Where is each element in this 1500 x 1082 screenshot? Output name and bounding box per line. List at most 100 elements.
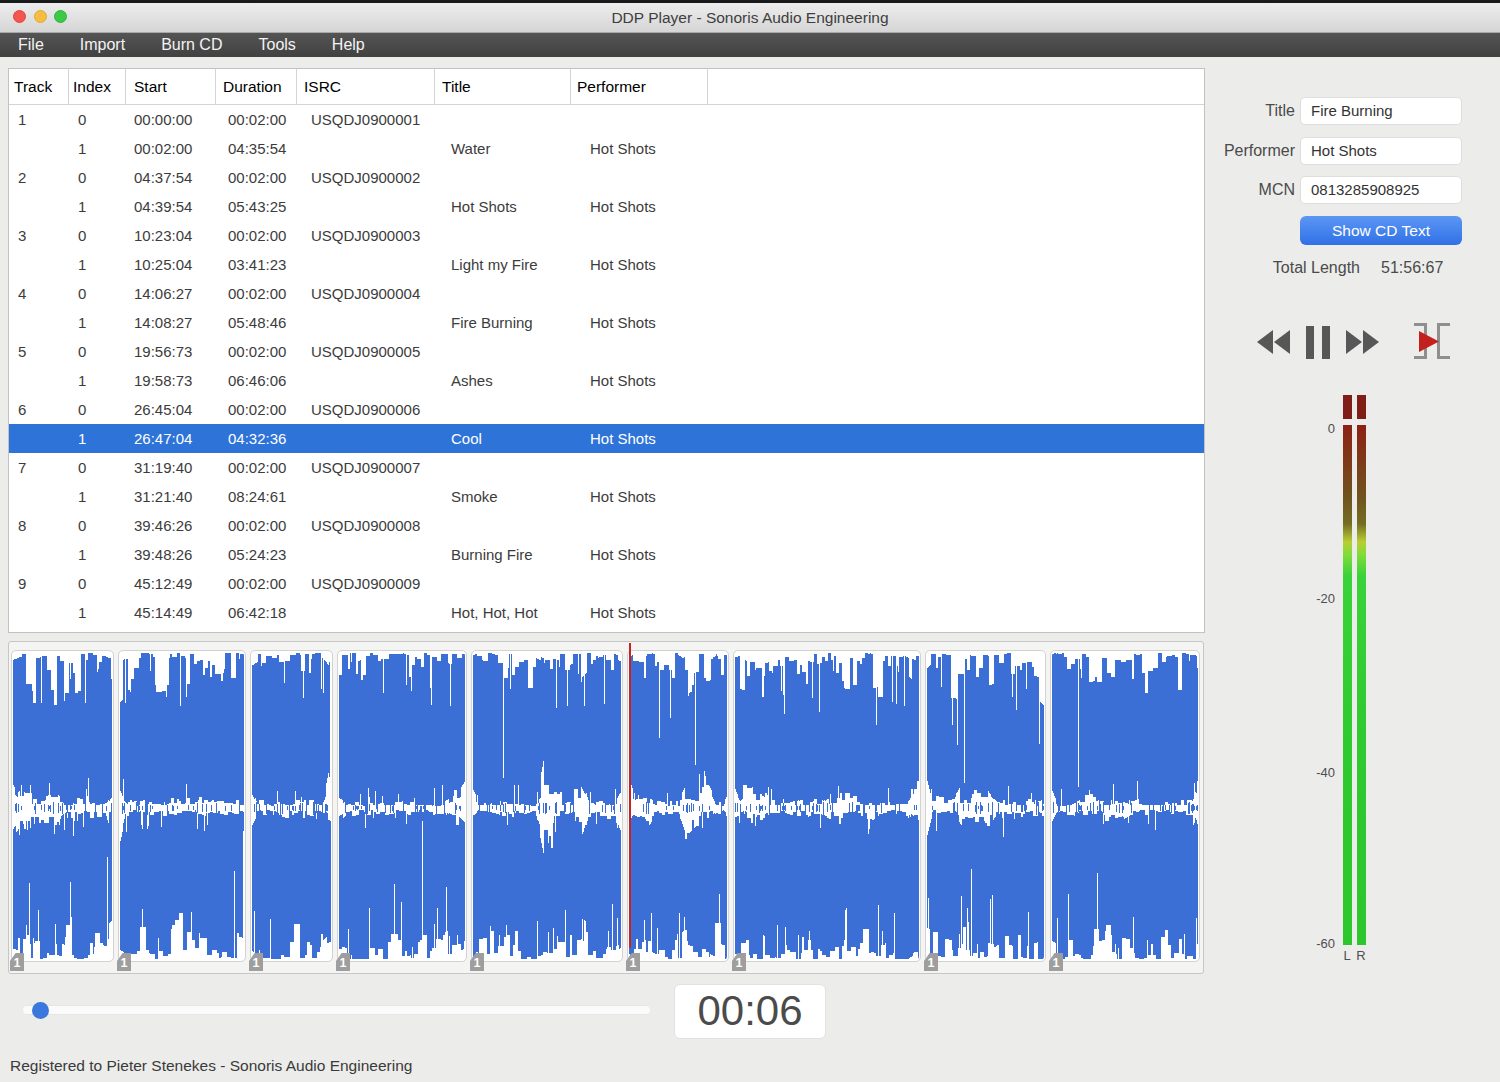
cell-performer: Hot Shots — [571, 134, 708, 163]
cell-start: 10:23:04 — [126, 221, 216, 250]
column-header-title[interactable]: Title — [435, 69, 571, 104]
cell-start: 00:00:00 — [126, 105, 216, 134]
column-header-isrc[interactable]: ISRC — [297, 69, 435, 104]
menu-item-help[interactable]: Help — [314, 33, 383, 57]
waveform-track-2[interactable]: 1 — [118, 650, 246, 962]
waveform-track-3[interactable]: 1 — [250, 650, 333, 962]
table-row-selected[interactable]: 126:47:0404:32:36CoolHot Shots — [9, 424, 1204, 453]
play-marker-button[interactable] — [1414, 323, 1450, 359]
cell-start: 31:21:40 — [126, 482, 216, 511]
waveform-track-6[interactable]: 1 — [627, 650, 729, 962]
table-row[interactable]: 7031:19:4000:02:00USQDJ0900007 — [9, 453, 1204, 482]
seek-slider-track[interactable] — [22, 1005, 651, 1015]
cell-duration: 00:02:00 — [216, 395, 297, 424]
cell-filler — [708, 250, 1204, 279]
cell-performer — [571, 337, 708, 366]
waveform-track-9[interactable]: 1 — [1050, 650, 1200, 962]
cell-isrc: USQDJ0900009 — [297, 569, 435, 598]
table-row[interactable]: 2004:37:5400:02:00USQDJ0900002 — [9, 163, 1204, 192]
cell-index: 1 — [69, 308, 126, 337]
show-cd-text-button[interactable]: Show CD Text — [1300, 216, 1462, 245]
cell-index: 1 — [69, 540, 126, 569]
cell-title — [435, 221, 571, 250]
meter-scale-20: -20 — [1280, 591, 1335, 606]
column-header-duration[interactable]: Duration — [216, 69, 297, 104]
cell-track — [9, 192, 69, 221]
table-row[interactable]: 131:21:4008:24:61SmokeHot Shots — [9, 482, 1204, 511]
fast-forward-button[interactable] — [1346, 330, 1380, 354]
table-row[interactable]: 100:02:0004:35:54WaterHot Shots — [9, 134, 1204, 163]
cell-isrc: USQDJ0900008 — [297, 511, 435, 540]
table-row[interactable]: 9045:12:4900:02:00USQDJ0900009 — [9, 569, 1204, 598]
table-row[interactable]: 8039:46:2600:02:00USQDJ0900008 — [9, 511, 1204, 540]
column-header-index[interactable]: Index — [69, 69, 126, 104]
waveform-track-1[interactable]: 1 — [11, 650, 114, 962]
cell-filler — [708, 163, 1204, 192]
menu-item-file[interactable]: File — [0, 33, 62, 57]
cell-track — [9, 366, 69, 395]
pause-button[interactable] — [1306, 326, 1331, 359]
cell-title: Cool — [435, 424, 571, 453]
cell-isrc — [297, 134, 435, 163]
table-row[interactable]: 114:08:2705:48:46Fire BurningHot Shots — [9, 308, 1204, 337]
cell-track: 3 — [9, 221, 69, 250]
menu-item-burn-cd[interactable]: Burn CD — [143, 33, 240, 57]
seek-slider-thumb[interactable] — [32, 1002, 49, 1019]
performer-field[interactable]: Hot Shots — [1300, 137, 1462, 165]
menu-item-import[interactable]: Import — [62, 33, 143, 57]
cell-title: Burning Fire — [435, 540, 571, 569]
table-row[interactable]: 145:14:4906:42:18Hot, Hot, HotHot Shots — [9, 598, 1204, 627]
cell-duration: 00:02:00 — [216, 221, 297, 250]
table-row[interactable]: 6026:45:0400:02:00USQDJ0900006 — [9, 395, 1204, 424]
rewind-button[interactable] — [1257, 330, 1291, 354]
cell-track: 7 — [9, 453, 69, 482]
table-row[interactable]: 119:58:7306:46:06AshesHot Shots — [9, 366, 1204, 395]
column-header-performer[interactable]: Performer — [571, 69, 708, 104]
cell-index: 0 — [69, 163, 126, 192]
table-row[interactable]: 3010:23:0400:02:00USQDJ0900003 — [9, 221, 1204, 250]
cell-track — [9, 482, 69, 511]
table-row[interactable]: 110:25:0403:41:23Light my FireHot Shots — [9, 250, 1204, 279]
cell-start: 04:37:54 — [126, 163, 216, 192]
table-row[interactable]: 4014:06:2700:02:00USQDJ0900004 — [9, 279, 1204, 308]
meter-right-channel-label: R — [1356, 948, 1366, 963]
meter-right-over-indicator — [1357, 395, 1366, 419]
cell-isrc — [297, 482, 435, 511]
table-row[interactable]: 1000:00:0000:02:00USQDJ0900001 — [9, 105, 1204, 134]
cell-start: 26:45:04 — [126, 395, 216, 424]
cell-duration: 00:02:00 — [216, 453, 297, 482]
cell-track: 5 — [9, 337, 69, 366]
cell-performer: Hot Shots — [571, 192, 708, 221]
mcn-field[interactable]: 0813285908925 — [1300, 176, 1462, 204]
cell-filler — [708, 395, 1204, 424]
menu-item-tools[interactable]: Tools — [240, 33, 313, 57]
cell-performer: Hot Shots — [571, 250, 708, 279]
cell-duration: 05:43:25 — [216, 192, 297, 221]
cell-index: 0 — [69, 105, 126, 134]
cell-performer: Hot Shots — [571, 366, 708, 395]
cell-isrc — [297, 424, 435, 453]
cell-isrc — [297, 250, 435, 279]
cell-duration: 00:02:00 — [216, 279, 297, 308]
cell-duration: 00:02:00 — [216, 163, 297, 192]
cell-index: 0 — [69, 511, 126, 540]
waveform-track-4[interactable]: 1 — [337, 650, 467, 962]
title-field[interactable]: Fire Burning — [1300, 97, 1462, 125]
table-row[interactable]: 5019:56:7300:02:00USQDJ0900005 — [9, 337, 1204, 366]
cell-filler — [708, 569, 1204, 598]
column-header-start[interactable]: Start — [126, 69, 216, 104]
cell-duration: 00:02:00 — [216, 105, 297, 134]
cell-isrc: USQDJ0900001 — [297, 105, 435, 134]
cell-index: 0 — [69, 453, 126, 482]
waveform-track-7[interactable]: 1 — [733, 650, 921, 962]
waveform-track-8[interactable]: 1 — [925, 650, 1046, 962]
meter-scale-60: -60 — [1280, 936, 1335, 951]
cell-duration: 00:02:00 — [216, 569, 297, 598]
table-row[interactable]: 139:48:2605:24:23Burning FireHot Shots — [9, 540, 1204, 569]
cell-performer — [571, 511, 708, 540]
waveform-track-5[interactable]: 1 — [471, 650, 623, 962]
column-header-track[interactable]: Track — [9, 69, 69, 104]
table-row[interactable]: 104:39:5405:43:25Hot ShotsHot Shots — [9, 192, 1204, 221]
cell-title: Ashes — [435, 366, 571, 395]
cell-index: 0 — [69, 337, 126, 366]
